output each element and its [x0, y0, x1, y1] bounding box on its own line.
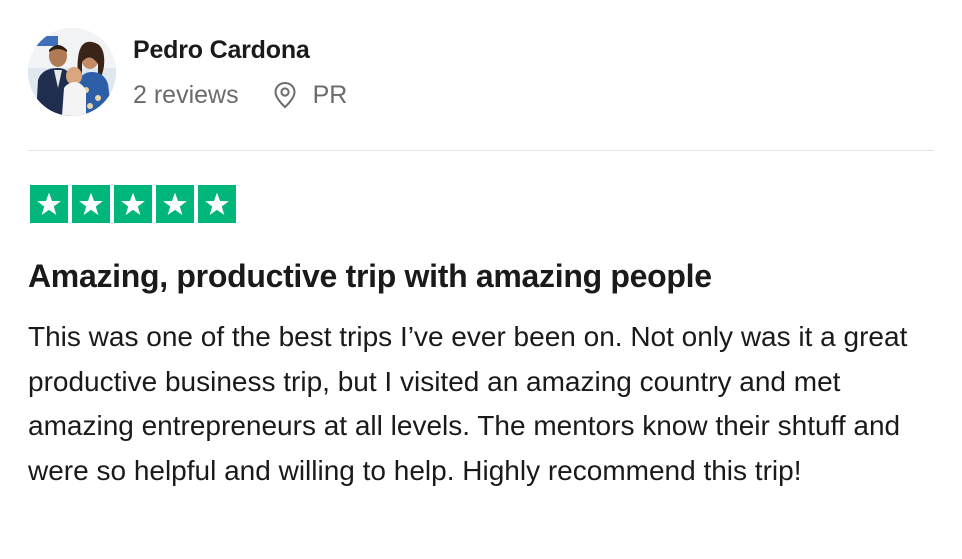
reviewer-header: Pedro Cardona 2 reviews PR	[28, 28, 347, 116]
star-rating	[30, 185, 236, 223]
star-icon	[198, 185, 236, 223]
review-body: This was one of the best trips I’ve ever…	[28, 321, 908, 486]
reviewer-info: Pedro Cardona 2 reviews PR	[133, 28, 347, 110]
star-icon	[114, 185, 152, 223]
location-pin-icon	[273, 81, 297, 109]
location: PR	[273, 80, 348, 110]
reviewer-name[interactable]: Pedro Cardona	[133, 35, 347, 65]
location-label: PR	[312, 81, 348, 109]
star-icon	[72, 185, 110, 223]
divider	[28, 150, 934, 151]
review-count: 2 reviews	[133, 81, 239, 109]
review-title[interactable]: Amazing, productive trip with amazing pe…	[28, 256, 712, 296]
avatar-photo	[28, 28, 116, 116]
avatar[interactable]	[28, 28, 116, 116]
review-card: Pedro Cardona 2 reviews PR Amazing, prod…	[0, 0, 962, 559]
star-icon	[30, 185, 68, 223]
star-icon	[156, 185, 194, 223]
reviewer-meta: 2 reviews PR	[133, 80, 347, 110]
